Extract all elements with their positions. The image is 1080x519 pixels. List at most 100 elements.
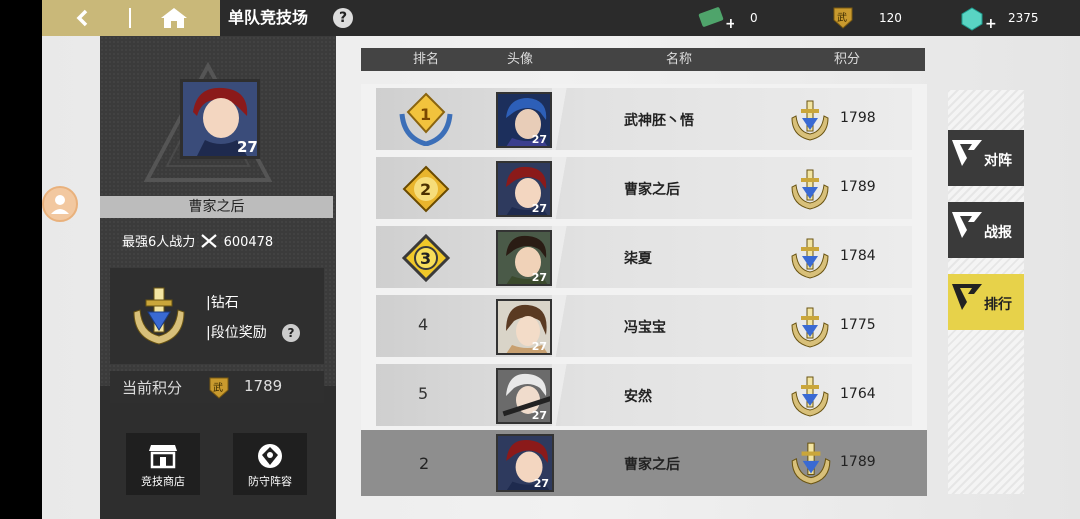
divider xyxy=(129,8,131,28)
row-divider xyxy=(552,226,570,288)
left-edge xyxy=(0,0,42,519)
score-label: 当前积分 xyxy=(122,379,183,397)
defense-lineup-button[interactable]: 防守阵容 xyxy=(233,433,307,495)
diamond-rank-badge-icon xyxy=(791,169,829,210)
diamond-icon: + xyxy=(961,7,996,32)
table-row[interactable]: 1 27 武神胚丶悟 1798 xyxy=(376,88,912,150)
top-bar: 单队竞技场 ? + 0 武 120 + 2375 xyxy=(42,0,1080,36)
arena-shop-button[interactable]: 竞技商店 xyxy=(126,433,200,495)
row-score: 1764 xyxy=(840,386,876,402)
war-medal-icon: 武 xyxy=(833,7,853,29)
tab-ranking[interactable]: 排行 xyxy=(948,274,1024,330)
table-row[interactable]: 2 27 曹家之后 1789 xyxy=(376,157,912,219)
page-title: 单队竞技场 xyxy=(228,8,309,27)
row-divider xyxy=(552,157,570,219)
self-rank-row[interactable]: 2 27 曹家之后 1789 xyxy=(361,430,927,496)
rank-reward-help-icon[interactable]: ? xyxy=(282,324,300,342)
header-avatar: 头像 xyxy=(507,52,534,67)
power-row: 最强6人战力 600478 xyxy=(122,231,273,250)
row-level: 27 xyxy=(531,340,547,353)
back-button[interactable] xyxy=(42,0,220,36)
row-divider xyxy=(552,88,570,150)
row-avatar[interactable]: 27 xyxy=(496,299,552,355)
table-row[interactable]: 4 27 冯宝宝 1775 xyxy=(376,295,912,357)
power-value: 600478 xyxy=(223,235,274,250)
header-name: 名称 xyxy=(666,52,693,67)
row-level: 27 xyxy=(531,409,547,422)
row-avatar[interactable]: 27 xyxy=(496,230,552,286)
player-level: 27 xyxy=(237,138,258,156)
self-score: 1789 xyxy=(840,454,876,470)
player-name: 曹家之后 xyxy=(100,196,333,218)
svg-text:武: 武 xyxy=(213,381,223,394)
home-icon[interactable] xyxy=(160,7,188,29)
tab-battle-report[interactable]: 战报 xyxy=(948,202,1024,258)
row-rank: 4 xyxy=(418,315,429,334)
vs-emblem-icon xyxy=(952,140,982,166)
row-name: 武神胚丶悟 xyxy=(624,113,694,129)
vs-emblem-icon xyxy=(952,284,982,310)
diamond-value: 2375 xyxy=(1008,11,1039,25)
row-name: 安然 xyxy=(624,389,652,405)
row-score: 1775 xyxy=(840,317,876,333)
tab-matchup-label: 对阵 xyxy=(984,153,1012,169)
table-row[interactable]: 3 27 柒夏 1784 xyxy=(376,226,912,288)
cash-value: 0 xyxy=(750,11,758,25)
row-score: 1789 xyxy=(840,179,876,195)
rank-1-medal-icon: 1 xyxy=(399,92,453,146)
vs-emblem-icon xyxy=(952,212,982,238)
power-label: 最强6人战力 xyxy=(122,235,196,250)
row-name: 冯宝宝 xyxy=(624,320,666,336)
rank-box: |钻石 |段位奖励 ? xyxy=(110,268,324,364)
table-header: 排名 头像 名称 积分 xyxy=(361,48,925,71)
row-avatar[interactable]: 27 xyxy=(496,368,552,424)
diamond-rank-badge-icon xyxy=(133,287,185,345)
svg-text:3: 3 xyxy=(420,249,431,268)
self-name: 曹家之后 xyxy=(624,457,680,473)
row-score: 1784 xyxy=(840,248,876,264)
diamond-rank-badge-icon xyxy=(791,238,829,279)
table-row[interactable]: 5 27 安然 1764 xyxy=(376,364,912,426)
defense-lineup-label: 防守阵容 xyxy=(248,475,292,488)
back-arrow-icon xyxy=(76,9,88,27)
diamond-rank-badge-icon xyxy=(791,376,829,417)
row-level: 27 xyxy=(531,271,547,284)
row-score: 1798 xyxy=(840,110,876,126)
row-divider xyxy=(552,364,570,426)
arena-shop-label: 竞技商店 xyxy=(141,475,185,488)
rank-2-medal-icon: 2 xyxy=(402,165,450,213)
score-value: 1789 xyxy=(244,377,283,395)
row-avatar[interactable]: 27 xyxy=(496,161,552,217)
rank-reward-label[interactable]: |段位奖励 xyxy=(206,322,267,342)
svg-text:+: + xyxy=(725,16,734,32)
diamond-rank-badge-icon xyxy=(791,100,829,141)
player-avatar[interactable]: 27 xyxy=(180,79,260,159)
shop-icon xyxy=(149,445,177,469)
svg-text:1: 1 xyxy=(420,105,431,124)
tab-ranking-label: 排行 xyxy=(984,297,1012,313)
defense-icon xyxy=(258,444,282,468)
row-divider xyxy=(552,295,570,357)
floating-assistant-icon[interactable] xyxy=(42,186,78,222)
row-level: 27 xyxy=(531,202,547,215)
tab-matchup[interactable]: 对阵 xyxy=(948,130,1024,186)
rank-3-medal-icon: 3 xyxy=(401,233,451,283)
row-name: 柒夏 xyxy=(624,251,652,267)
tab-battle-report-label: 战报 xyxy=(984,225,1012,241)
row-level: 27 xyxy=(531,133,547,146)
war-medal-icon: 武 xyxy=(209,377,229,399)
row-rank: 5 xyxy=(418,384,429,403)
diamond-rank-badge-icon xyxy=(791,442,831,485)
person-icon xyxy=(51,195,69,214)
row-name: 曹家之后 xyxy=(624,182,680,198)
self-level: 27 xyxy=(533,477,549,490)
row-avatar[interactable]: 27 xyxy=(496,92,552,148)
header-rank: 排名 xyxy=(413,52,440,67)
diamond-rank-badge-icon xyxy=(791,307,829,348)
help-icon[interactable]: ? xyxy=(333,8,353,28)
rank-name: |钻石 xyxy=(206,295,239,311)
svg-text:2: 2 xyxy=(420,180,431,199)
self-avatar[interactable]: 27 xyxy=(496,434,554,492)
svg-text:+: + xyxy=(985,16,996,32)
current-score-row: 当前积分 武 1789 xyxy=(110,371,324,403)
